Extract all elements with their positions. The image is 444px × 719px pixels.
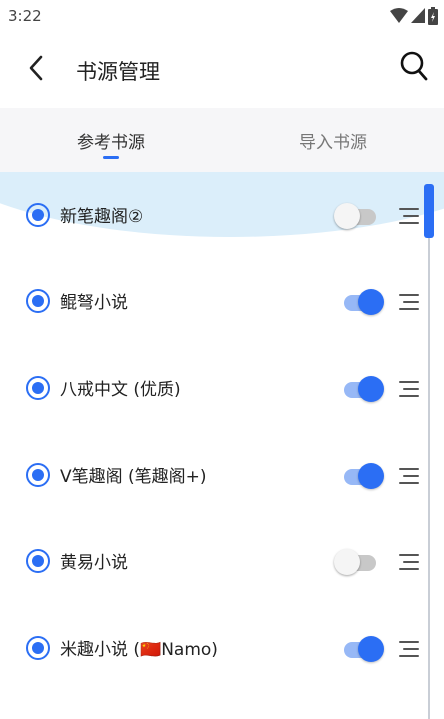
source-list: 新笔趣阁② 鲲弩小说 八戒中文 (优质) V笔趣阁 (笔趣阁+) 黄易小说 米趣…	[0, 172, 444, 719]
battery-icon	[428, 7, 438, 29]
status-bar: 3:22	[0, 0, 444, 32]
toggle-thumb	[334, 203, 360, 229]
tab-indicator	[103, 156, 119, 159]
tab-import-sources[interactable]: 导入书源	[222, 108, 444, 172]
source-radio[interactable]	[26, 463, 50, 487]
toggle-thumb	[358, 289, 384, 315]
source-radio[interactable]	[26, 376, 50, 400]
source-name: V笔趣阁 (笔趣阁+)	[60, 467, 207, 487]
search-button[interactable]	[398, 50, 430, 86]
source-name: 鲲弩小说	[60, 293, 128, 313]
drag-handle-icon[interactable]	[398, 379, 420, 399]
source-toggle[interactable]	[334, 203, 386, 229]
source-toggle[interactable]	[334, 463, 386, 489]
source-row: 黄易小说	[0, 518, 430, 604]
source-name: 新笔趣阁②	[60, 207, 144, 227]
chevron-left-icon	[27, 55, 45, 85]
toggle-thumb	[358, 636, 384, 662]
scrollbar-track	[428, 194, 430, 719]
source-toggle[interactable]	[334, 376, 386, 402]
drag-handle-icon[interactable]	[398, 639, 420, 659]
source-name: 米趣小说 (🇨🇳Namo)	[60, 640, 218, 660]
source-toggle[interactable]	[334, 289, 386, 315]
radio-dot	[32, 555, 44, 567]
radio-dot	[32, 642, 44, 654]
radio-dot	[32, 295, 44, 307]
drag-handle-icon[interactable]	[398, 466, 420, 486]
source-radio[interactable]	[26, 636, 50, 660]
drag-handle-icon[interactable]	[398, 292, 420, 312]
app-header: 书源管理	[0, 32, 444, 108]
toggle-thumb	[334, 549, 360, 575]
search-icon	[400, 51, 428, 85]
source-row: 八戒中文 (优质)	[0, 345, 430, 431]
radio-dot	[32, 209, 44, 221]
status-icons	[390, 7, 438, 29]
source-row: V笔趣阁 (笔趣阁+)	[0, 432, 430, 518]
source-name: 黄易小说	[60, 553, 128, 573]
signal-icon	[411, 8, 425, 28]
drag-handle-icon[interactable]	[398, 552, 420, 572]
list-scrollbar[interactable]	[424, 184, 434, 719]
source-row: 米趣小说 (🇨🇳Namo)	[0, 605, 430, 691]
source-row: 新笔趣阁②	[0, 172, 430, 258]
source-name: 八戒中文 (优质)	[60, 380, 181, 400]
source-radio[interactable]	[26, 549, 50, 573]
wifi-icon	[390, 8, 408, 28]
source-row: 鲲弩小说	[0, 258, 430, 344]
status-time: 3:22	[8, 7, 42, 25]
tab-bar: 参考书源 导入书源	[0, 108, 444, 172]
source-toggle[interactable]	[334, 549, 386, 575]
source-radio[interactable]	[26, 289, 50, 313]
back-button[interactable]	[20, 52, 52, 88]
tab-reference-sources[interactable]: 参考书源	[0, 108, 222, 172]
toggle-thumb	[358, 376, 384, 402]
radio-dot	[32, 382, 44, 394]
scrollbar-thumb[interactable]	[424, 184, 434, 238]
drag-handle-icon[interactable]	[398, 206, 420, 226]
page-title: 书源管理	[76, 60, 160, 84]
source-radio[interactable]	[26, 203, 50, 227]
radio-dot	[32, 469, 44, 481]
source-toggle[interactable]	[334, 636, 386, 662]
toggle-thumb	[358, 463, 384, 489]
